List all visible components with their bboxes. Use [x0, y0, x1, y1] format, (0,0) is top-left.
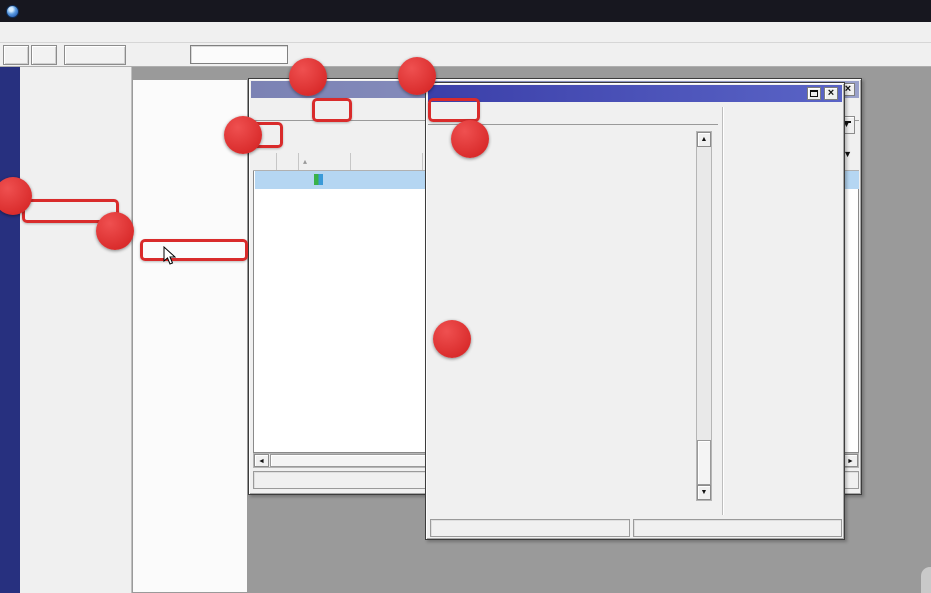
column-header-action[interactable]: ▴: [299, 153, 351, 170]
main-toolbar: [0, 43, 931, 67]
annotation-box-nat-tab: [312, 98, 352, 122]
mouse-cursor-icon: [163, 246, 176, 265]
step-3-badge: [289, 58, 327, 96]
ip-submenu: [132, 79, 248, 593]
column-header-blank[interactable]: [277, 153, 299, 170]
menu-session[interactable]: [0, 29, 20, 35]
winbox-globe-icon: [6, 5, 19, 18]
scroll-right-icon[interactable]: ►: [843, 454, 858, 467]
step-7-badge: [433, 320, 471, 358]
nat-rule-window: × ▲ ▼: [425, 82, 845, 540]
column-header-chain[interactable]: [351, 153, 423, 170]
step-6-badge: [451, 120, 489, 158]
scroll-up-icon[interactable]: ▲: [697, 132, 711, 147]
menu-settings[interactable]: [20, 29, 40, 35]
annotation-box-firewall: [140, 239, 248, 261]
step-4-badge: [224, 116, 262, 154]
scroll-left-icon[interactable]: ◄: [254, 454, 269, 467]
brand-strip: [0, 67, 20, 593]
safe-mode-button[interactable]: [64, 45, 126, 65]
sidebar: [20, 67, 132, 593]
session-input[interactable]: [190, 45, 288, 64]
masquerade-icon: [314, 174, 323, 185]
main-menubar: [0, 22, 931, 43]
nat-v-scrollbar[interactable]: ▲ ▼: [696, 131, 712, 501]
redo-icon[interactable]: [31, 45, 57, 65]
winbox-app: × ▴ ▼ ▼ ◄ ►: [0, 0, 931, 593]
step-5-badge: [398, 57, 436, 95]
nat-rule-status-right: [633, 519, 842, 537]
sort-indicator-icon: ▴: [303, 157, 307, 166]
scroll-thumb[interactable]: [270, 454, 440, 467]
main-titlebar: [0, 0, 931, 22]
menu-dashboard[interactable]: [40, 29, 60, 35]
corner-blob: [921, 567, 931, 593]
step-2-badge: [96, 212, 134, 250]
maximize-icon[interactable]: [807, 87, 821, 100]
column-header-num[interactable]: [253, 153, 277, 170]
nat-rule-status: [430, 519, 630, 537]
scroll-down-icon[interactable]: ▼: [697, 485, 711, 500]
undo-icon[interactable]: [3, 45, 29, 65]
annotation-box-general-tab: [428, 98, 480, 122]
scroll-thumb[interactable]: [697, 440, 711, 485]
close-icon[interactable]: ×: [824, 87, 838, 100]
